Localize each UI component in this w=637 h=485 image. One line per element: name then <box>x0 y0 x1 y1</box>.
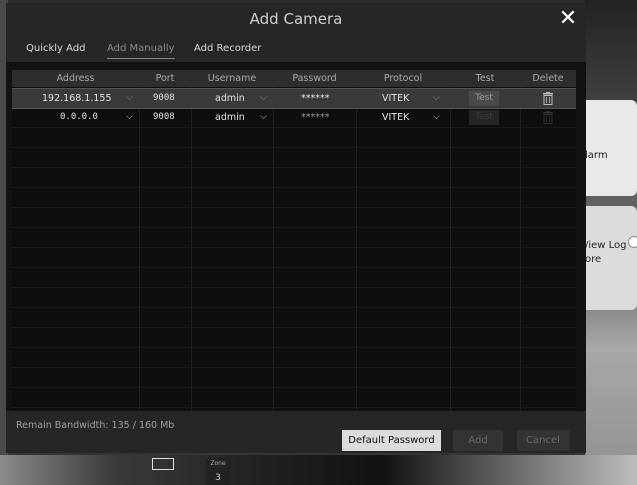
view-log-more-label: ore <box>585 254 602 265</box>
chevron-down-icon[interactable]: ⌵ <box>433 108 440 127</box>
table-header: Address Port Username Password Protocol … <box>12 70 576 87</box>
table-row[interactable]: 0.0.0.0 ⌵ 9008 admin ⌵ ****** VITEK ⌵ Te… <box>12 108 576 127</box>
grid-line <box>12 247 576 248</box>
chevron-down-icon[interactable]: ⌵ <box>126 89 133 108</box>
grid-line <box>12 147 576 148</box>
default-password-button[interactable]: Default Password <box>342 430 441 451</box>
chevron-down-icon[interactable]: ⌵ <box>260 89 267 108</box>
dialog-title: Add Camera <box>249 10 343 28</box>
bottom-tab-number: 3 <box>215 473 221 483</box>
trash-icon[interactable] <box>542 111 554 124</box>
port-field[interactable]: 9008 <box>153 89 175 108</box>
grid-line <box>450 87 451 411</box>
grid-line <box>191 87 192 411</box>
password-field[interactable]: ****** <box>301 108 330 127</box>
chevron-down-icon[interactable]: ⌵ <box>126 108 133 127</box>
tab-quickly-add[interactable]: Quickly Add <box>26 36 86 62</box>
address-field[interactable]: 192.168.1.155 <box>42 89 112 108</box>
bottom-tab-small-label: Zone <box>210 460 226 467</box>
close-icon[interactable]: ✕ <box>556 5 580 33</box>
remain-bandwidth-text: Remain Bandwidth: 135 / 160 Mb <box>16 420 175 431</box>
grid-line <box>12 347 576 348</box>
dialog-title-bar: Add Camera ✕ <box>6 3 586 36</box>
column-header-password: Password <box>292 73 337 84</box>
protocol-field[interactable]: VITEK <box>382 108 409 127</box>
grid-line <box>520 87 521 411</box>
grid-line <box>273 87 274 411</box>
grid-line <box>12 367 576 368</box>
protocol-field[interactable]: VITEK <box>382 89 409 108</box>
dialog-footer: Remain Bandwidth: 135 / 160 Mb Default P… <box>6 411 586 453</box>
grid-line <box>356 87 357 411</box>
trash-icon[interactable] <box>542 92 554 105</box>
circle-icon <box>628 236 637 248</box>
address-field[interactable]: 0.0.0.0 <box>60 108 98 127</box>
username-field[interactable]: admin <box>215 89 245 108</box>
tab-add-manually[interactable]: Add Manually <box>107 36 175 59</box>
column-header-username: Username <box>207 73 257 84</box>
table-row[interactable]: 192.168.1.155 ⌵ 9008 admin ⌵ ****** VITE… <box>12 88 576 109</box>
grid-line <box>12 407 576 408</box>
test-button[interactable]: Test <box>469 110 499 125</box>
add-mode-tabs: Quickly Add Add Manually Add Recorder <box>6 36 586 62</box>
password-field[interactable]: ****** <box>301 89 330 108</box>
bottom-channel-tab[interactable]: Zone 3 <box>206 458 230 485</box>
grid-line <box>12 207 576 208</box>
add-camera-dialog: Add Camera ✕ Quickly Add Add Manually Ad… <box>6 3 586 453</box>
column-header-address: Address <box>56 73 95 84</box>
grid-line <box>12 387 576 388</box>
grid-line <box>12 167 576 168</box>
grid-line <box>12 187 576 188</box>
column-header-test: Test <box>475 73 495 84</box>
cancel-button[interactable]: Cancel <box>517 430 569 451</box>
grid-line <box>12 327 576 328</box>
grid-line <box>12 307 576 308</box>
grid-line <box>12 227 576 228</box>
grid-line <box>12 267 576 268</box>
grid-line <box>139 87 140 411</box>
add-button[interactable]: Add <box>453 430 503 451</box>
table-body: 192.168.1.155 ⌵ 9008 admin ⌵ ****** VITE… <box>12 87 576 411</box>
port-field[interactable]: 9008 <box>153 108 175 127</box>
view-log-label: /iew Log <box>585 240 627 251</box>
username-field[interactable]: admin <box>215 108 245 127</box>
column-header-port: Port <box>155 73 175 84</box>
tab-add-recorder[interactable]: Add Recorder <box>194 36 261 62</box>
column-header-delete: Delete <box>532 73 564 84</box>
grid-line <box>12 127 576 128</box>
background-bottom-strip <box>0 455 637 485</box>
chevron-down-icon[interactable]: ⌵ <box>260 108 267 127</box>
test-button[interactable]: Test <box>469 91 499 106</box>
chevron-down-icon[interactable]: ⌵ <box>433 89 440 108</box>
camera-table: Address Port Username Password Protocol … <box>12 70 576 411</box>
alarm-card-label: larm <box>585 150 608 161</box>
grid-line <box>12 287 576 288</box>
column-header-protocol: Protocol <box>383 73 423 84</box>
square-icon <box>152 458 174 470</box>
